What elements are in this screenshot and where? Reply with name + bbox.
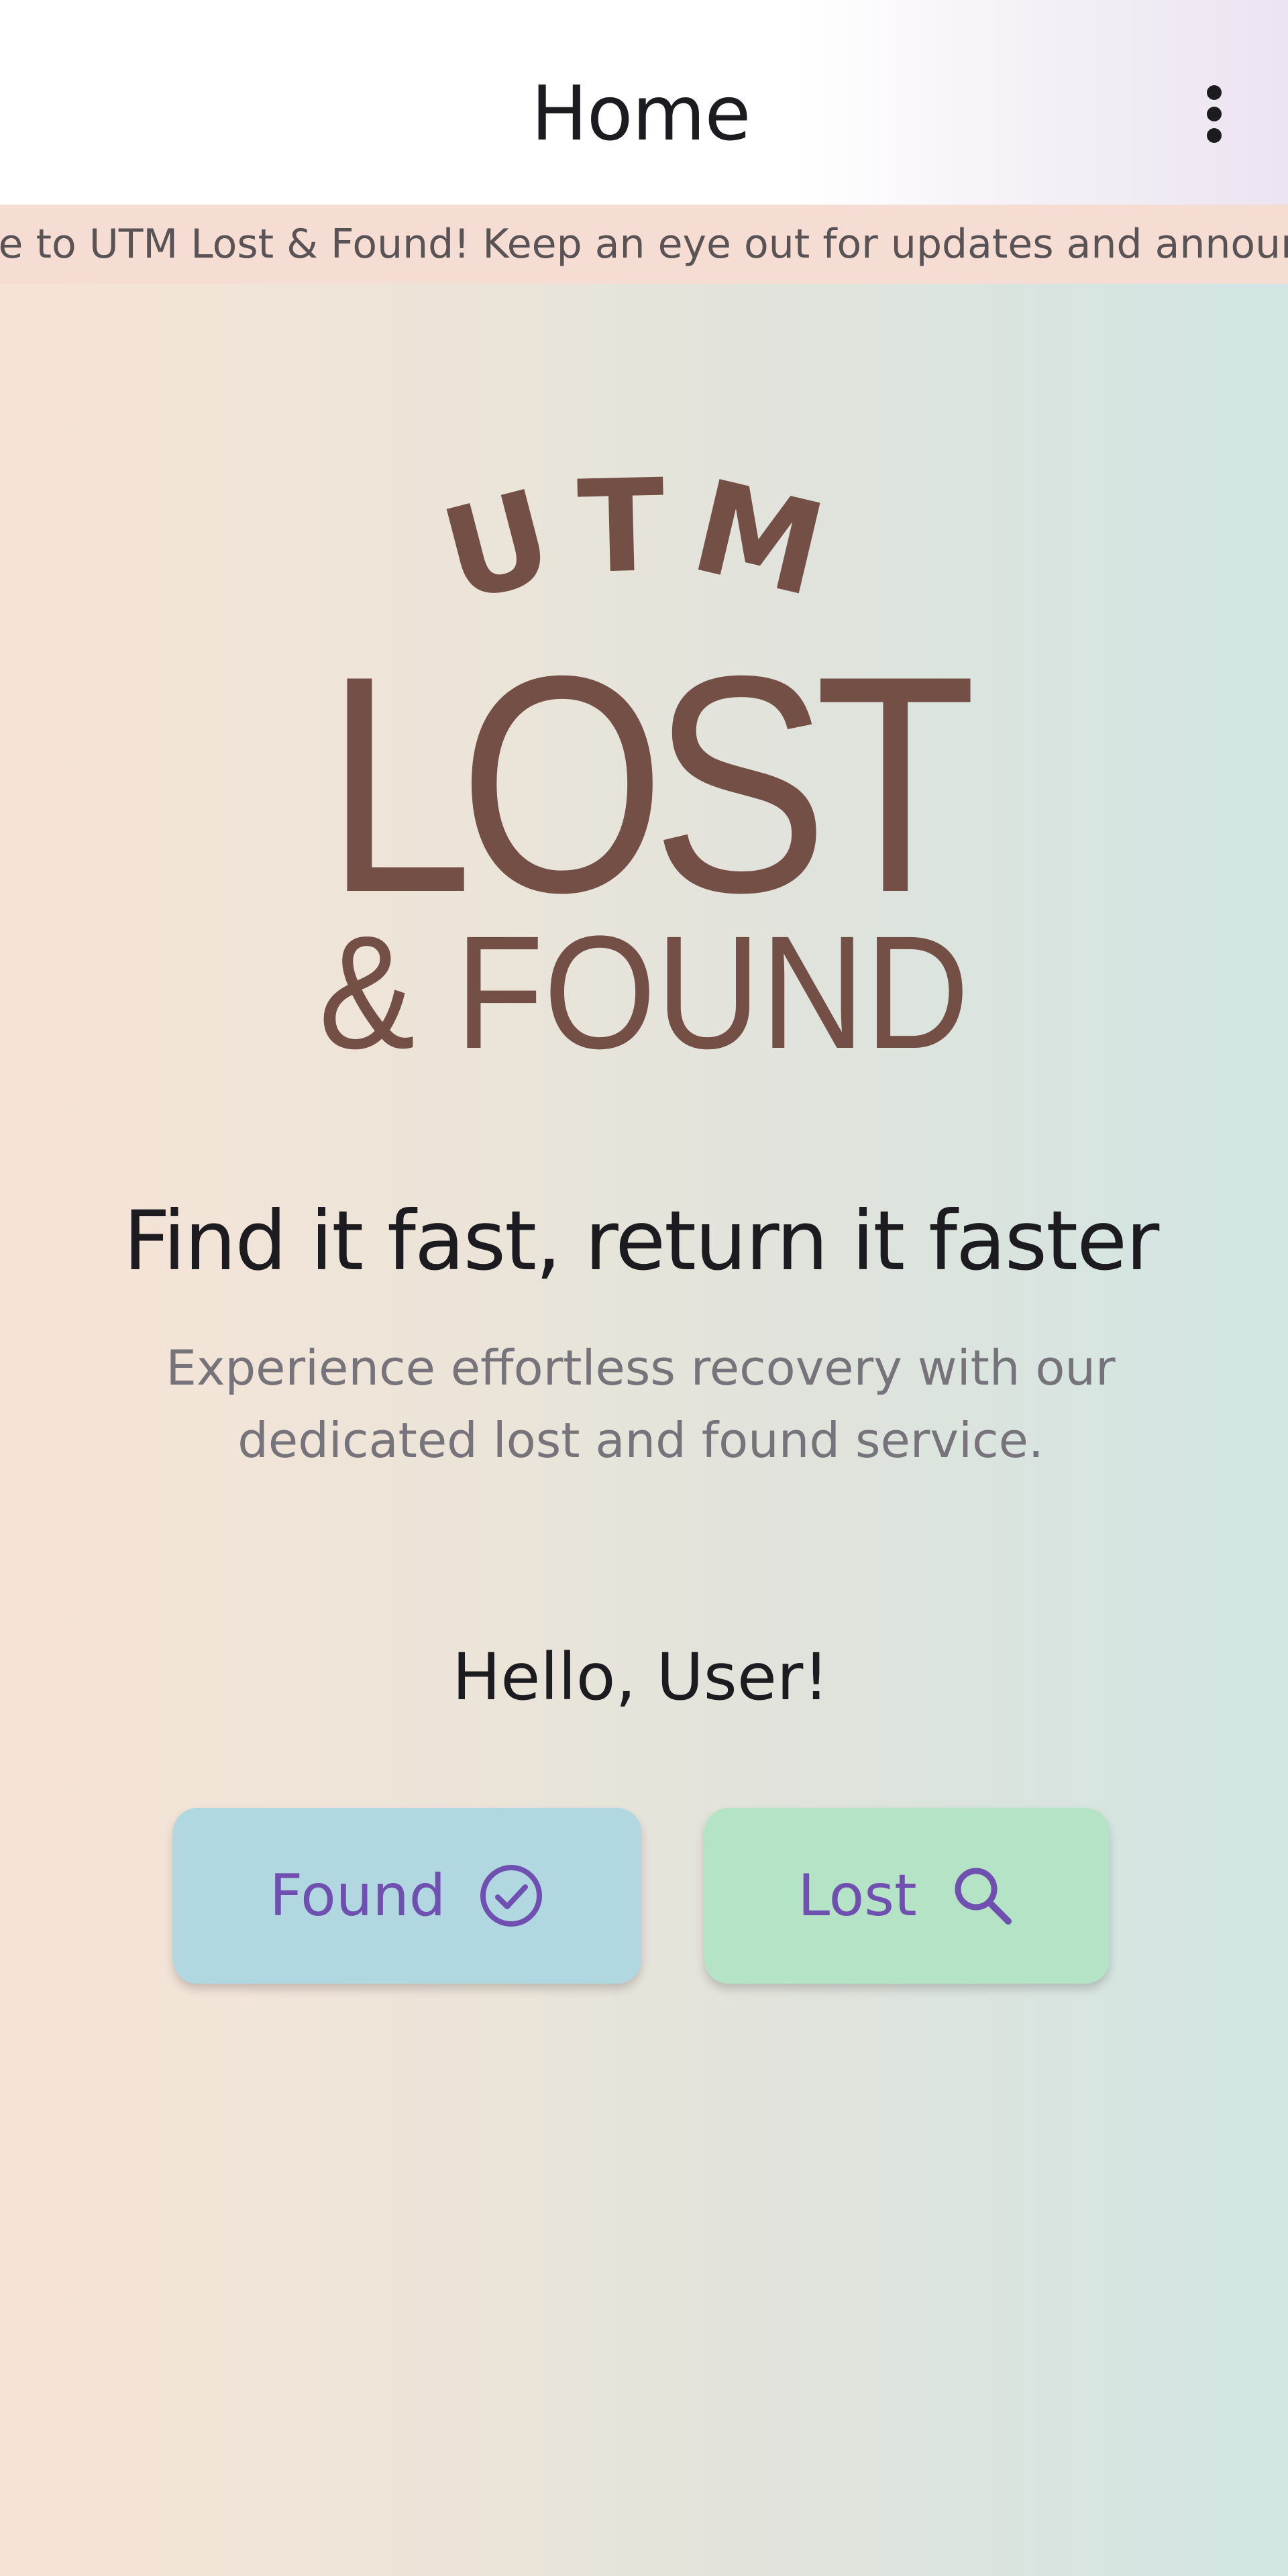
page-title: Home [531,70,751,158]
logo-utm-text: UTM [429,470,857,631]
announcement-text: Welcome to UTM Lost & Found! Keep an eye… [0,221,1288,268]
lost-button[interactable]: Lost [704,1808,1110,1984]
lost-button-label: Lost [798,1862,917,1929]
search-icon [955,1868,1012,1925]
more-options-button[interactable] [1181,74,1248,154]
app-bar: Home [0,0,1288,205]
logo-found-text: & FOUND [319,902,969,1073]
found-button[interactable]: Found [173,1808,641,1984]
utm-lost-found-logo: UTM LOST & FOUND [319,470,988,1073]
check-circle-icon [480,1865,543,1927]
found-button-label: Found [269,1862,446,1929]
hero-headline: Find it fast, return it faster [123,1193,1160,1289]
hero-subtext: Experience effortless recovery with our … [166,1340,1116,1468]
user-greeting: Hello, User! [452,1640,829,1715]
announcement-banner: Welcome to UTM Lost & Found! Keep an eye… [0,205,1288,284]
more-vert-icon [1207,85,1222,143]
